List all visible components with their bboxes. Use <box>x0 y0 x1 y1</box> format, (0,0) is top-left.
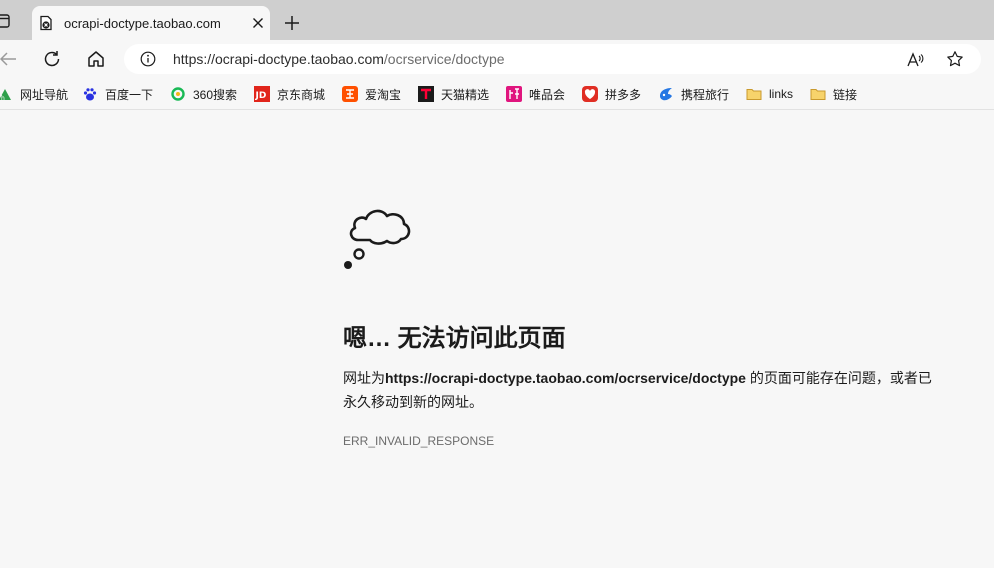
close-tab-icon[interactable] <box>252 17 264 29</box>
favorite-star-icon[interactable] <box>946 50 964 68</box>
bookmark-label: 360搜索 <box>193 87 238 102</box>
new-tab-icon[interactable] <box>284 15 300 31</box>
bookmark-label: 链接 <box>833 87 858 102</box>
hao123-icon: h <box>0 89 11 102</box>
360-search-icon <box>171 87 185 101</box>
bookmark-baidu[interactable]: 百度一下 <box>82 85 153 103</box>
svg-text:h: h <box>1 95 5 102</box>
bookmark-label: links <box>769 87 794 101</box>
ctrip-icon <box>660 88 672 101</box>
bookmark-label: 爱淘宝 <box>365 87 402 102</box>
bookmark-label: 天猫精选 <box>441 87 490 102</box>
bookmark-ctrip[interactable]: 携程旅行 <box>658 85 729 103</box>
back-icon[interactable] <box>0 48 19 70</box>
url-text[interactable]: https://ocrapi-doctype.taobao.com/ocrser… <box>173 51 505 67</box>
folder-icon <box>746 89 762 100</box>
thought-cloud-icon <box>344 209 411 269</box>
pinduoduo-icon <box>582 86 598 102</box>
bookmark-360[interactable]: 360搜索 <box>170 85 237 103</box>
error-desc-url: https://ocrapi-doctype.taobao.com/ocrser… <box>385 370 746 386</box>
taobao-icon <box>342 86 358 102</box>
bookmark-label: 网址导航 <box>20 87 69 102</box>
address-bar[interactable]: https://ocrapi-doctype.taobao.com/ocrser… <box>124 44 981 74</box>
page-error-icon <box>40 15 52 31</box>
folder-icon <box>810 89 826 100</box>
bookmarks-bar: h 网址导航 百度一下 360搜索 JD 京东商城 爱淘宝 天猫精选 唯品会 拼… <box>0 79 994 110</box>
bookmark-label: 百度一下 <box>105 87 154 102</box>
tab-strip: ocrapi-doctype.taobao.com <box>0 0 994 40</box>
bookmark-label: 拼多多 <box>605 87 642 102</box>
svg-text:JD: JD <box>255 91 267 101</box>
bookmark-pinduoduo[interactable]: 拼多多 <box>582 85 641 103</box>
info-icon[interactable] <box>140 51 156 67</box>
error-description: 网址为https://ocrapi-doctype.taobao.com/ocr… <box>343 366 943 414</box>
read-aloud-icon[interactable] <box>906 51 924 69</box>
bookmark-tmall[interactable]: 天猫精选 <box>418 85 489 103</box>
baidu-paw-icon <box>83 88 97 101</box>
url-host: https://ocrapi-doctype.taobao.com <box>173 51 384 67</box>
error-title: 嗯… 无法访问此页面 <box>343 325 566 352</box>
bookmark-label: 京东商城 <box>277 87 326 102</box>
navigation-toolbar: https://ocrapi-doctype.taobao.com/ocrser… <box>0 40 994 79</box>
vip-icon <box>506 86 522 102</box>
tab-actions-icon[interactable] <box>0 14 10 28</box>
bookmark-jd[interactable]: JD 京东商城 <box>254 85 325 103</box>
bookmark-folder-links[interactable]: links <box>746 85 793 103</box>
bookmark-folder-lianjie[interactable]: 链接 <box>810 85 857 103</box>
error-desc-prefix: 网址为 <box>343 370 385 386</box>
bookmark-label: 唯品会 <box>529 87 566 102</box>
jd-icon: JD <box>254 86 270 102</box>
tab-title: ocrapi-doctype.taobao.com <box>64 16 221 31</box>
bookmark-label: 携程旅行 <box>681 87 730 102</box>
bookmark-vip[interactable]: 唯品会 <box>506 85 565 103</box>
refresh-icon[interactable] <box>41 48 63 70</box>
url-path: /ocrservice/doctype <box>383 51 505 67</box>
bookmark-taobao[interactable]: 爱淘宝 <box>342 85 401 103</box>
active-tab[interactable]: ocrapi-doctype.taobao.com <box>32 6 270 40</box>
tmall-icon <box>418 86 434 102</box>
bookmark-hao123[interactable]: h 网址导航 <box>0 85 68 103</box>
error-code: ERR_INVALID_RESPONSE <box>343 434 495 448</box>
home-icon[interactable] <box>85 48 107 70</box>
